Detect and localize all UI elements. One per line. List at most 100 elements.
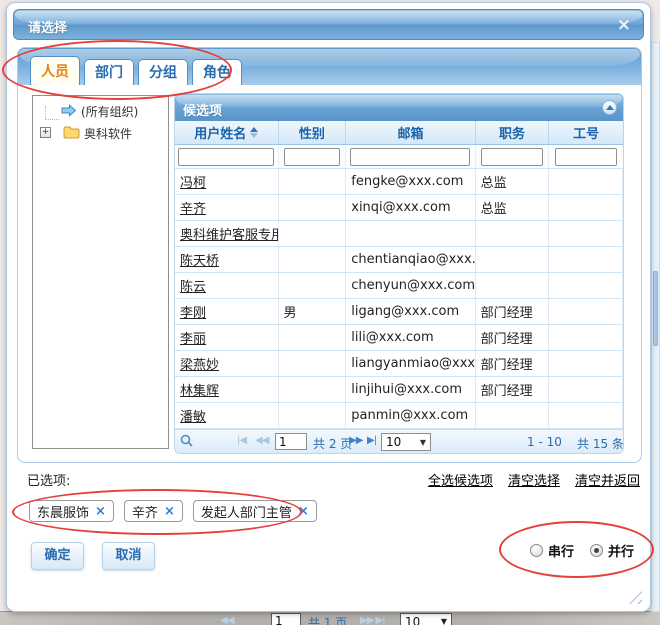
table-row: 辛齐xinqi@xxx.com总监 bbox=[175, 195, 623, 221]
filter-row bbox=[175, 145, 623, 169]
background-page-size-select[interactable]: 10 ▼ bbox=[400, 613, 452, 625]
column-header-gender: 性别 bbox=[279, 121, 347, 144]
tree-item-aoke-software[interactable]: 奥科软件 bbox=[63, 125, 132, 142]
tree-item-all-organizations[interactable]: (所有组织) bbox=[61, 103, 138, 120]
candidates-header: 候选项 bbox=[175, 94, 623, 121]
background-total-pages: 共 1 页 bbox=[308, 614, 347, 625]
page-size-select[interactable]: 10 ▼ bbox=[381, 433, 431, 451]
filter-input-username[interactable] bbox=[178, 148, 274, 166]
table-row: 李刚男ligang@xxx.com部门经理 bbox=[175, 299, 623, 325]
column-header-username[interactable]: 用户姓名 bbox=[175, 121, 279, 144]
collapse-icon[interactable] bbox=[602, 100, 617, 115]
background-page-size-value: 10 bbox=[405, 615, 420, 625]
close-icon[interactable]: × bbox=[617, 14, 631, 36]
filter-input-position[interactable] bbox=[481, 148, 543, 166]
next-page-icon[interactable]: ▶▶ bbox=[349, 435, 362, 446]
pagination-bar: |◀ ◀◀ 共 2 页 ▶▶ ▶| 10 ▼ 1 - 10 共 15 条 bbox=[175, 429, 623, 453]
execution-mode-radios: 串行 并行 bbox=[530, 541, 634, 560]
table-row: 陈云chenyun@xxx.com bbox=[175, 273, 623, 299]
radio-label: 串行 bbox=[548, 541, 574, 560]
page-number-input[interactable] bbox=[275, 433, 307, 450]
record-total-label: 共 15 条 bbox=[577, 435, 623, 452]
table-row: 潘敏panmin@xxx.com bbox=[175, 403, 623, 429]
table-header-row: 用户姓名 性别 邮箱 职务 工号 bbox=[175, 121, 623, 145]
tree-connector bbox=[45, 106, 59, 120]
user-name-link[interactable]: 奥科维护客服专用 bbox=[175, 221, 279, 246]
chip-label: 东晨服饰 bbox=[37, 502, 89, 521]
radio-serial[interactable]: 串行 bbox=[530, 541, 574, 560]
table-body: 冯柯fengke@xxx.com总监 辛齐xinqi@xxx.com总监 奥科维… bbox=[175, 169, 623, 429]
clear-and-return-link[interactable]: 清空并返回 bbox=[575, 470, 640, 489]
expand-icon[interactable]: + bbox=[40, 127, 51, 138]
selected-items-label: 已选项: bbox=[27, 470, 70, 489]
selected-chips: 东晨服饰 × 辛齐 × 发起人部门主管 × bbox=[29, 500, 317, 522]
background-page-input[interactable] bbox=[271, 613, 301, 625]
selected-chip: 发起人部门主管 × bbox=[193, 500, 317, 522]
background-next-page-icons[interactable]: ▶▶ ▶| bbox=[360, 615, 385, 625]
action-links: 全选候选项 清空选择 清空并返回 bbox=[428, 470, 640, 489]
prev-page-icon[interactable]: ◀◀ bbox=[255, 435, 268, 446]
table-row: 陈天桥chentianqiao@xxx.com bbox=[175, 247, 623, 273]
tab-personnel[interactable]: 人员 bbox=[30, 56, 80, 85]
selector-container: 人员 部门 分组 角色 (所有组织) + 奥科软件 bbox=[17, 47, 642, 463]
filter-input-email[interactable] bbox=[350, 148, 470, 166]
page-size-value: 10 bbox=[386, 435, 401, 449]
select-dialog: 请选择 × 人员 部门 分组 角色 (所有组织) + bbox=[6, 2, 651, 612]
radio-icon[interactable] bbox=[530, 544, 543, 557]
column-header-worknumber: 工号 bbox=[549, 121, 623, 144]
remove-chip-icon[interactable]: × bbox=[95, 504, 106, 519]
last-page-icon[interactable]: ▶| bbox=[367, 435, 376, 446]
ok-button[interactable]: 确定 bbox=[31, 542, 84, 570]
record-range-label: 1 - 10 bbox=[527, 435, 562, 449]
user-name-link[interactable]: 辛齐 bbox=[175, 195, 279, 220]
column-header-email: 邮箱 bbox=[346, 121, 475, 144]
tree-item-label: 奥科软件 bbox=[84, 125, 132, 142]
remove-chip-icon[interactable]: × bbox=[164, 504, 175, 519]
remove-chip-icon[interactable]: × bbox=[298, 504, 309, 519]
table-row: 李丽lili@xxx.com部门经理 bbox=[175, 325, 623, 351]
folder-icon bbox=[63, 126, 80, 142]
tree-item-label: (所有组织) bbox=[81, 103, 138, 120]
cancel-button[interactable]: 取消 bbox=[102, 542, 155, 570]
resize-handle[interactable] bbox=[629, 591, 642, 604]
first-page-icon[interactable]: |◀ bbox=[237, 435, 246, 446]
column-header-position: 职务 bbox=[476, 121, 550, 144]
tab-department[interactable]: 部门 bbox=[84, 59, 134, 85]
user-name-link[interactable]: 李丽 bbox=[175, 325, 279, 350]
user-name-link[interactable]: 冯柯 bbox=[175, 169, 279, 194]
user-name-link[interactable]: 陈天桥 bbox=[175, 247, 279, 272]
clear-selection-link[interactable]: 清空选择 bbox=[508, 470, 560, 489]
filter-input-worknumber[interactable] bbox=[555, 148, 617, 166]
selected-chip: 东晨服饰 × bbox=[29, 500, 114, 522]
filter-input-gender[interactable] bbox=[284, 148, 340, 166]
dialog-title: 请选择 bbox=[28, 17, 67, 36]
caret-down-icon: ▼ bbox=[420, 438, 426, 447]
background-prev-page-icons[interactable]: ◀◀ bbox=[220, 615, 233, 625]
candidates-panel: 候选项 用户姓名 性别 邮箱 职务 工号 bbox=[174, 93, 624, 454]
user-name-link[interactable]: 陈云 bbox=[175, 273, 279, 298]
user-name-link[interactable]: 潘敏 bbox=[175, 403, 279, 428]
radio-label: 并行 bbox=[608, 541, 634, 560]
radio-checked-icon[interactable] bbox=[590, 544, 603, 557]
dialog-titlebar: 请选择 × bbox=[13, 9, 644, 40]
tab-role[interactable]: 角色 bbox=[192, 59, 242, 85]
select-all-candidates-link[interactable]: 全选候选项 bbox=[428, 470, 493, 489]
radio-parallel[interactable]: 并行 bbox=[590, 541, 634, 560]
user-name-link[interactable]: 李刚 bbox=[175, 299, 279, 324]
selected-chip: 辛齐 × bbox=[124, 500, 183, 522]
user-name-link[interactable]: 林集辉 bbox=[175, 377, 279, 402]
tab-group[interactable]: 分组 bbox=[138, 59, 188, 85]
chip-label: 辛齐 bbox=[132, 502, 158, 521]
user-name-link[interactable]: 梁燕妙 bbox=[175, 351, 279, 376]
table-row: 梁燕妙liangyanmiao@xxx.com部门经理 bbox=[175, 351, 623, 377]
total-pages-label: 共 2 页 bbox=[313, 435, 352, 452]
tab-bar: 人员 部门 分组 角色 bbox=[30, 56, 242, 85]
table-row: 奥科维护客服专用 bbox=[175, 221, 623, 247]
scrollbar-thumb[interactable] bbox=[653, 271, 658, 346]
search-icon[interactable] bbox=[180, 434, 193, 450]
table-row: 冯柯fengke@xxx.com总监 bbox=[175, 169, 623, 195]
page-scrollbar[interactable] bbox=[651, 42, 660, 612]
tab-strip: 人员 部门 分组 角色 bbox=[18, 48, 641, 85]
organization-tree: (所有组织) + 奥科软件 bbox=[32, 95, 169, 449]
candidates-title: 候选项 bbox=[183, 100, 222, 119]
